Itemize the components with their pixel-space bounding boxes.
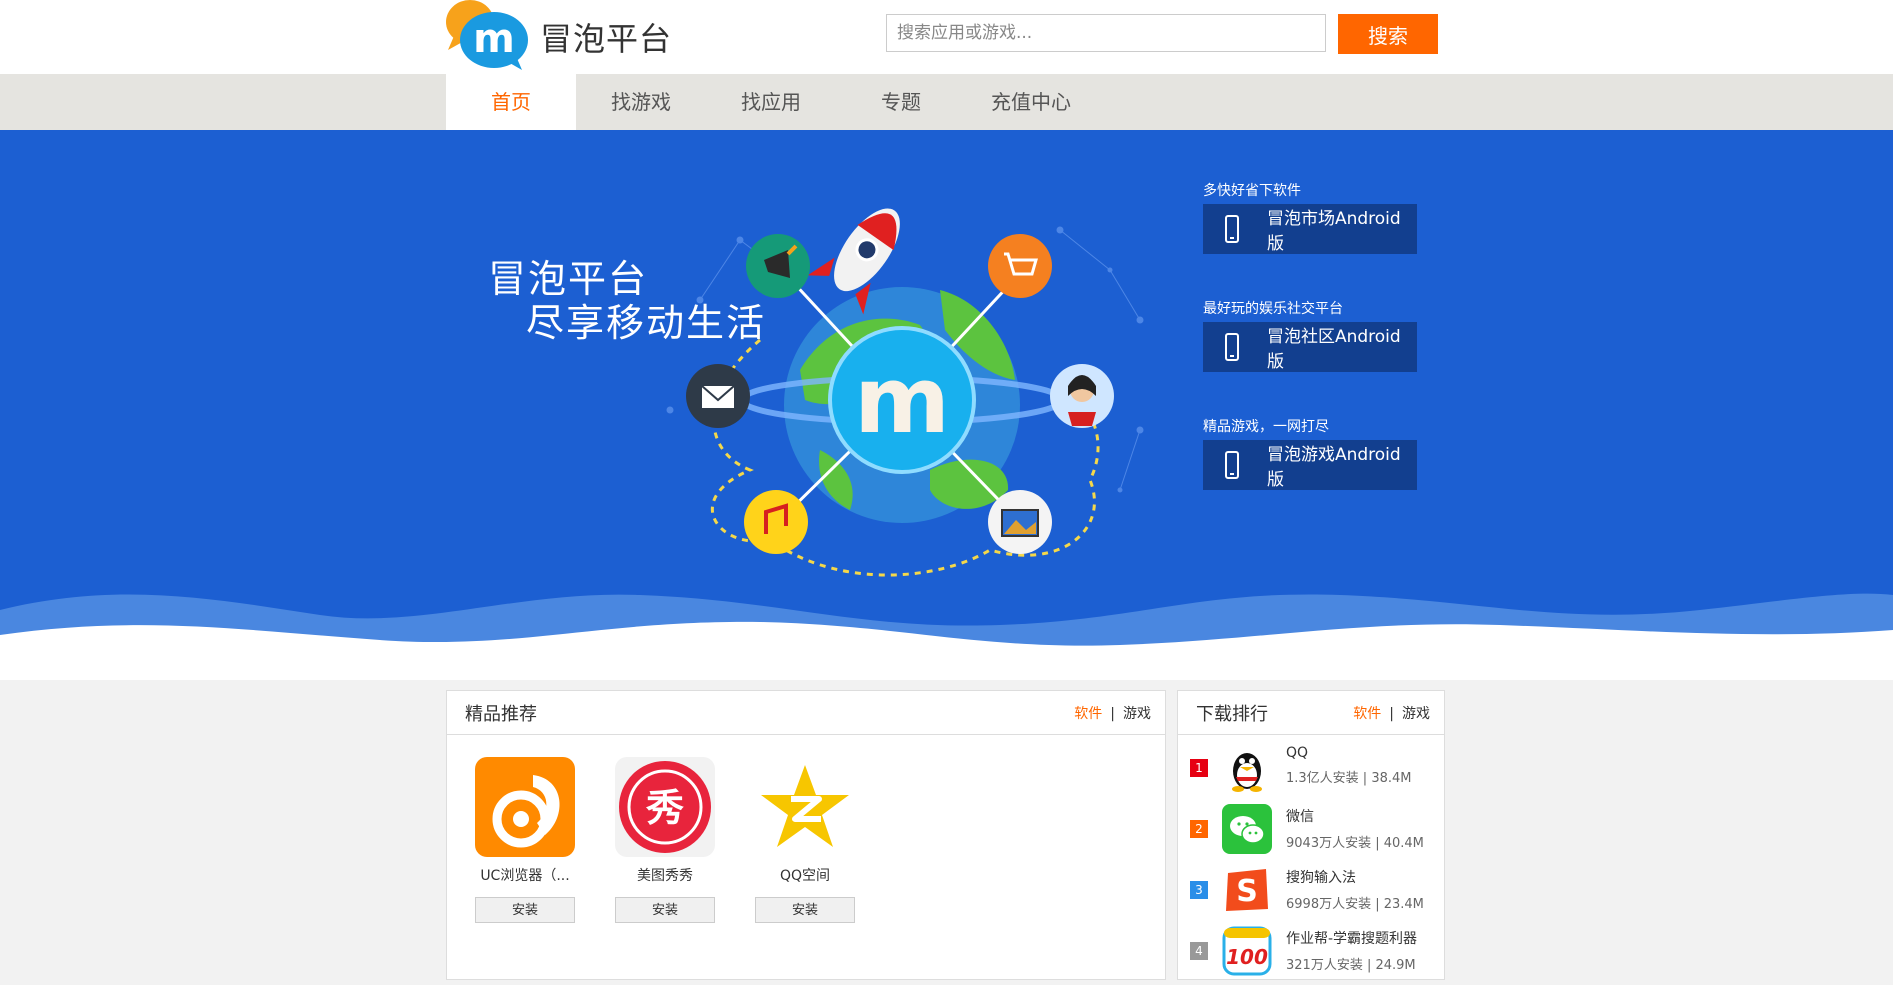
svg-text:m: m [854, 347, 950, 454]
zuoyebang-icon[interactable]: 100 [1222, 926, 1272, 976]
nav-item-home[interactable]: 首页 [446, 74, 576, 130]
globe-illustration: m [666, 208, 1144, 577]
rank-app-meta: 1.3亿人安装 | 38.4M [1286, 771, 1412, 786]
site-name: 冒泡平台 [540, 20, 673, 58]
wechat-icon[interactable] [1222, 804, 1272, 854]
install-button[interactable]: 安装 [475, 897, 575, 923]
rank-badge: 4 [1190, 942, 1208, 960]
rank-app-meta: 321万人安装 | 24.9M [1286, 958, 1416, 973]
meitu-icon[interactable]: 秀 [615, 757, 715, 857]
nav-item-recharge[interactable]: 充值中心 [966, 74, 1096, 130]
download-caption: 多快好省下软件 [1203, 183, 1301, 199]
qq-icon[interactable] [1222, 743, 1272, 793]
app-name: 美图秀秀 [637, 868, 693, 884]
install-button[interactable]: 安装 [755, 897, 855, 923]
ranking-tab-games[interactable]: 游戏 [1402, 706, 1430, 722]
header: m 冒泡平台 搜索 [0, 0, 1893, 74]
rank-app-name: QQ [1286, 745, 1309, 761]
ranking-title: 下载排行 [1196, 703, 1268, 725]
qzone-icon[interactable] [755, 757, 855, 857]
download-block-games: 精品游戏，一网打尽 冒泡游戏Android版 [1203, 416, 1417, 490]
download-caption: 精品游戏，一网打尽 [1203, 419, 1329, 435]
download-market-android-button[interactable]: 冒泡市场Android版 [1203, 204, 1417, 254]
banner-wave-decoration [0, 593, 1893, 680]
svg-text:m: m [473, 16, 515, 62]
banner-subtitle: 尽享移动生活 [526, 301, 767, 345]
svg-text:S: S [1236, 874, 1258, 909]
featured-tab-software[interactable]: 软件 [1074, 706, 1102, 722]
rank-badge: 2 [1190, 820, 1208, 838]
rank-badge: 3 [1190, 881, 1208, 899]
app-name: UC浏览器（... [480, 868, 570, 884]
download-caption: 最好玩的娱乐社交平台 [1203, 301, 1343, 317]
uc-browser-icon[interactable] [475, 757, 575, 857]
app-name: QQ空间 [779, 868, 831, 884]
app-card[interactable]: UC浏览器（... 安装 [475, 757, 575, 923]
rank-app-name: 微信 [1286, 809, 1314, 825]
app-card[interactable]: 秀 美图秀秀 安装 [615, 757, 715, 923]
app-card[interactable]: QQ空间 安装 [755, 757, 855, 923]
svg-text:100: 100 [1226, 945, 1268, 969]
ranking-item[interactable]: 2 微信 9043万人安装 | 40.4M [1178, 802, 1444, 863]
sogou-icon[interactable]: S [1222, 865, 1272, 915]
site-logo-icon[interactable]: m [446, 0, 530, 70]
ranking-panel: 下载排行 软件 | 游戏 1 QQ 1.3亿人安装 | 38.4M 2 微信 9… [1177, 690, 1445, 980]
search-input[interactable] [886, 14, 1326, 52]
rank-app-meta: 9043万人安装 | 40.4M [1286, 836, 1424, 851]
featured-title: 精品推荐 [465, 703, 537, 725]
download-block-market: 多快好省下软件 冒泡市场Android版 [1203, 180, 1417, 254]
nav-item-topics[interactable]: 专题 [836, 74, 966, 130]
featured-tab-games[interactable]: 游戏 [1123, 706, 1151, 722]
rank-app-name: 作业帮-学霸搜题利器 [1286, 931, 1418, 947]
rank-badge: 1 [1190, 759, 1208, 777]
ranking-item[interactable]: 1 QQ 1.3亿人安装 | 38.4M [1178, 741, 1444, 802]
phone-icon [1225, 451, 1239, 479]
install-button[interactable]: 安装 [615, 897, 715, 923]
ranking-item[interactable]: 4 100 作业帮-学霸搜题利器 321万人安装 | 24.9M [1178, 924, 1444, 985]
rank-app-meta: 6998万人安装 | 23.4M [1286, 897, 1424, 912]
rank-app-name: 搜狗输入法 [1286, 870, 1356, 886]
download-button-label: 冒泡社区Android版 [1266, 327, 1401, 372]
download-button-label: 冒泡游戏Android版 [1266, 445, 1401, 490]
svg-text:秀: 秀 [645, 786, 684, 830]
phone-icon [1225, 215, 1239, 243]
ranking-item[interactable]: 3 S 搜狗输入法 6998万人安装 | 23.4M [1178, 863, 1444, 924]
nav-item-find-games[interactable]: 找游戏 [576, 74, 706, 130]
download-block-community: 最好玩的娱乐社交平台 冒泡社区Android版 [1203, 298, 1417, 372]
main-nav: 首页 找游戏 找应用 专题 充值中心 [0, 74, 1893, 130]
nav-item-find-apps[interactable]: 找应用 [706, 74, 836, 130]
hero-banner: m 冒泡平台 尽享移动生活 多快好省下软件 冒泡市场Android版 最好玩的娱… [0, 130, 1893, 680]
search-button[interactable]: 搜索 [1338, 14, 1438, 54]
download-games-android-button[interactable]: 冒泡游戏Android版 [1203, 440, 1417, 490]
download-community-android-button[interactable]: 冒泡社区Android版 [1203, 322, 1417, 372]
download-button-label: 冒泡市场Android版 [1266, 209, 1401, 254]
featured-panel: 精品推荐 软件 | 游戏 UC浏览器（... 安装 秀 美图秀秀 安装 QQ空间… [446, 690, 1166, 980]
ranking-tab-software[interactable]: 软件 [1353, 706, 1381, 722]
phone-icon [1225, 333, 1239, 361]
